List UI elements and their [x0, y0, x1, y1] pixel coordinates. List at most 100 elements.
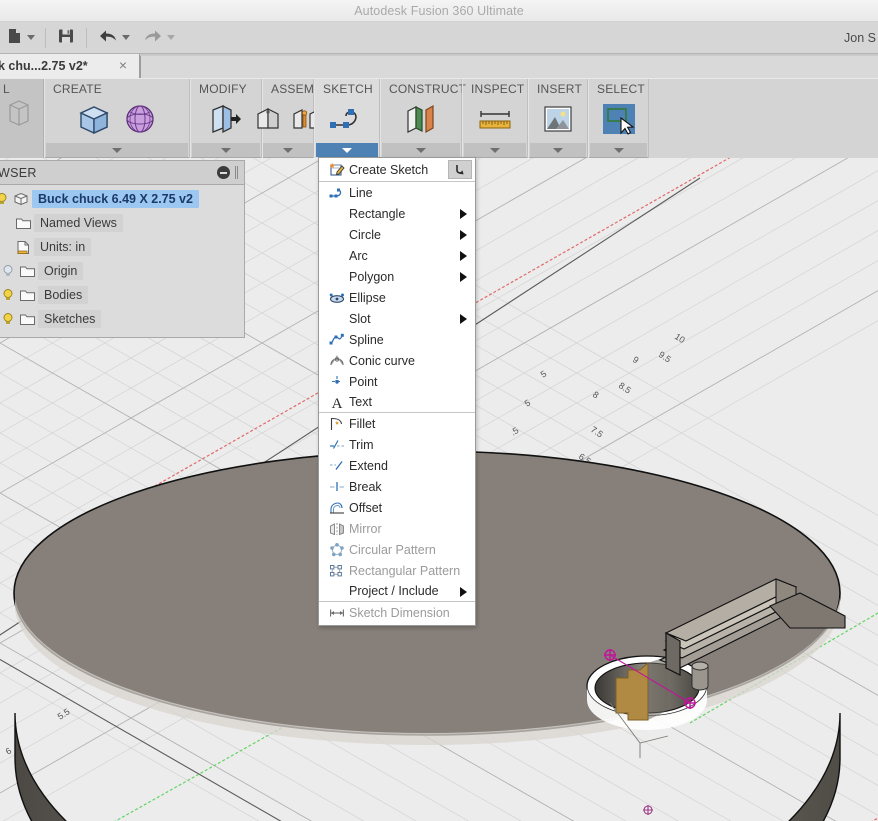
box-icon[interactable] — [75, 100, 113, 141]
ribbon-panel-dropdown[interactable] — [192, 143, 260, 157]
save-button[interactable] — [52, 22, 80, 54]
browser-node-label: Buck chuck 6.49 X 2.75 v2 — [32, 190, 199, 208]
menu-item-label: Rectangular Pattern — [349, 563, 461, 578]
menu-item-rectangular-pattern[interactable]: Rectangular Pattern — [319, 560, 475, 581]
undo-button[interactable] — [93, 22, 134, 54]
menu-item-rectangle[interactable]: Rectangle — [319, 203, 475, 224]
chevron-down-icon — [553, 147, 563, 153]
menu-item-sketch-dimension[interactable]: Sketch Dimension — [319, 602, 475, 623]
collapse-icon[interactable] — [217, 166, 230, 179]
browser-node-root[interactable]: Buck chuck 6.49 X 2.75 v2 — [0, 187, 244, 211]
menu-item-spline[interactable]: Spline — [319, 329, 475, 350]
menu-item-circle[interactable]: Circle — [319, 224, 475, 245]
submenu-arrow-icon — [460, 587, 467, 597]
folder-icon — [16, 264, 38, 278]
redo-button[interactable] — [138, 22, 179, 54]
user-account-label[interactable]: Jon S — [844, 22, 876, 54]
redo-arrow-icon — [142, 27, 164, 48]
visibility-bulb-icon[interactable] — [0, 312, 16, 326]
tab-strip-filler — [140, 56, 878, 78]
conic-curve-icon — [327, 353, 347, 369]
undo-arrow-icon — [97, 27, 119, 48]
ruler-icon[interactable] — [475, 102, 515, 139]
menu-item-break[interactable]: Break — [319, 476, 475, 497]
browser-node-sketches[interactable]: Sketches — [0, 307, 244, 331]
menu-item-conic-curve[interactable]: Conic curve — [319, 350, 475, 371]
menu-item-circular-pattern[interactable]: Circular Pattern — [319, 539, 475, 560]
panel-grip-icon[interactable] — [235, 166, 238, 179]
mirror-icon — [327, 521, 347, 537]
text-icon: A — [327, 394, 347, 410]
folder-icon — [16, 288, 38, 302]
browser-tree: Buck chuck 6.49 X 2.75 v2 Named Views Un… — [0, 185, 244, 337]
menu-item-line[interactable]: Line — [319, 182, 475, 203]
document-tab[interactable]: k chu...2.75 v2* × — [0, 54, 140, 78]
save-disk-icon — [56, 26, 76, 49]
menu-item-extend[interactable]: Extend — [319, 455, 475, 476]
ribbon-panel-title: SKETCH — [323, 82, 373, 96]
menu-item-label: Mirror — [349, 521, 382, 536]
ribbon-panel-title: CREATE — [53, 82, 102, 96]
menu-item-label: Rectangle — [349, 206, 406, 221]
menu-item-label: Trim — [349, 437, 374, 452]
menu-item-polygon[interactable]: Polygon — [319, 266, 475, 287]
browser-node-units[interactable]: Units: in — [0, 235, 244, 259]
sphere-icon[interactable] — [121, 100, 159, 141]
title-bar: Autodesk Fusion 360 Ultimate — [0, 0, 878, 22]
ribbon-panel-title: INSERT — [537, 82, 582, 96]
chevron-down-icon — [27, 35, 35, 40]
menu-item-create-sketch[interactable]: Create Sketch — [319, 158, 475, 182]
ribbon-panel-dropdown[interactable] — [530, 143, 586, 157]
submenu-arrow-icon — [460, 272, 467, 282]
ribbon-panel-construct: CONSTRUCT — [380, 79, 466, 158]
planes-icon[interactable] — [402, 101, 440, 140]
ribbon-panel-dropdown[interactable] — [46, 143, 188, 157]
ribbon-panel-dropdown[interactable] — [382, 143, 460, 157]
line-icon — [327, 185, 347, 201]
menu-item-label: Circle — [349, 227, 381, 242]
point-icon — [327, 374, 347, 390]
press-pull-icon[interactable] — [207, 100, 245, 141]
chevron-down-icon — [112, 147, 122, 153]
menu-item-point[interactable]: Point — [319, 371, 475, 392]
visibility-bulb-icon[interactable] — [0, 288, 16, 302]
menu-item-label: Fillet — [349, 416, 376, 431]
menu-item-text[interactable]: A Text — [319, 392, 475, 413]
close-icon[interactable]: × — [119, 58, 127, 72]
menu-item-slot[interactable]: Slot — [319, 308, 475, 329]
sketch-dropdown-menu[interactable]: Create Sketch Line Rectangle Circle Arc … — [318, 157, 476, 626]
menu-item-fillet[interactable]: Fillet — [319, 413, 475, 434]
divider — [45, 27, 46, 48]
menu-item-label: Sketch Dimension — [349, 605, 450, 620]
new-file-button[interactable] — [2, 22, 39, 54]
menu-item-offset[interactable]: Offset — [319, 497, 475, 518]
menu-item-trim[interactable]: Trim — [319, 434, 475, 455]
menu-item-label: Arc — [349, 248, 368, 263]
document-tab-strip: k chu...2.75 v2* × — [0, 54, 878, 78]
ribbon-panel-title: CONSTRUCT — [389, 82, 467, 96]
menu-item-label: Conic curve — [349, 353, 415, 368]
ribbon-panel-dropdown[interactable] — [263, 143, 313, 157]
menu-item-arc[interactable]: Arc — [319, 245, 475, 266]
folder-icon — [16, 312, 38, 326]
ribbon-workspace-stub[interactable]: L — [0, 79, 44, 158]
menu-item-ellipse[interactable]: Ellipse — [319, 287, 475, 308]
spline-curve-icon[interactable] — [327, 104, 367, 137]
menu-item-mirror[interactable]: Mirror — [319, 518, 475, 539]
ellipse-icon — [327, 290, 347, 306]
menu-item-project-include[interactable]: Project / Include — [319, 581, 475, 602]
browser-node-named-views[interactable]: Named Views — [0, 211, 244, 235]
selection-cursor-icon[interactable] — [599, 99, 639, 142]
chevron-down-icon — [490, 147, 500, 153]
visibility-bulb-icon[interactable] — [0, 264, 16, 278]
ribbon-panel-assemble-drop — [262, 79, 314, 158]
ribbon-panel-dropdown-sketch[interactable] — [316, 143, 378, 157]
ribbon-panel-dropdown[interactable] — [590, 143, 647, 157]
visibility-bulb-icon[interactable] — [0, 192, 10, 206]
browser-node-origin[interactable]: Origin — [0, 259, 244, 283]
ribbon-panel-dropdown[interactable] — [464, 143, 526, 157]
blank-icon — [327, 583, 347, 599]
break-icon — [327, 479, 347, 495]
picture-icon[interactable] — [540, 101, 576, 140]
browser-node-bodies[interactable]: Bodies — [0, 283, 244, 307]
